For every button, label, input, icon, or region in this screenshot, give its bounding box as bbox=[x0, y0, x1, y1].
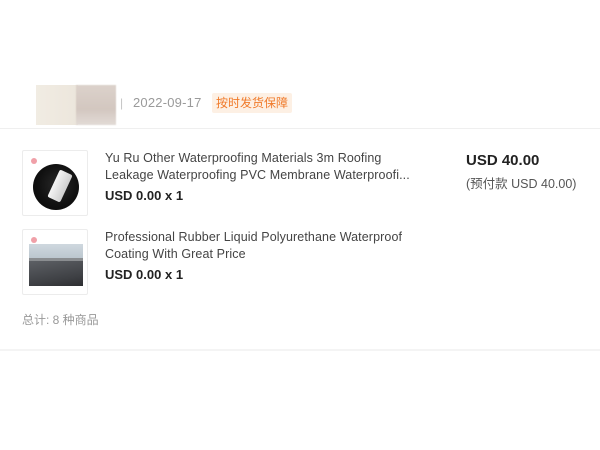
product-price-quantity: USD 0.00 x 1 bbox=[105, 188, 184, 203]
order-header: | 2022-09-17 按时发货保障 bbox=[0, 82, 600, 128]
product-thumbnail[interactable] bbox=[22, 229, 88, 295]
tag-dot-icon bbox=[31, 237, 37, 243]
roof-photo-surface bbox=[29, 260, 83, 286]
card-bottom-divider bbox=[0, 349, 600, 351]
order-date: 2022-09-17 bbox=[133, 95, 202, 110]
product-title-line: Yu Ru Other Waterproofing Materials 3m R… bbox=[105, 151, 382, 165]
tag-dot-icon bbox=[31, 158, 37, 164]
product-price-quantity: USD 0.00 x 1 bbox=[105, 267, 184, 282]
product-thumbnail[interactable] bbox=[22, 150, 88, 216]
blurred-shop-name bbox=[76, 85, 116, 125]
order-item[interactable]: Professional Rubber Liquid Polyurethane … bbox=[22, 229, 462, 299]
item-count-summary: 总计: 8 种商品 bbox=[22, 313, 99, 327]
header-separator: | bbox=[120, 96, 124, 110]
order-card: | 2022-09-17 按时发货保障 Yu Ru Other Waterpro… bbox=[0, 0, 600, 450]
order-item[interactable]: Yu Ru Other Waterproofing Materials 3m R… bbox=[22, 150, 462, 220]
product-title-line: Coating With Great Price bbox=[105, 247, 246, 261]
product-title-line: Leakage Waterproofing PVC Membrane Water… bbox=[105, 168, 410, 182]
prepayment-amount: (预付款 USD 40.00) bbox=[466, 177, 577, 191]
blurred-avatar bbox=[36, 85, 78, 125]
shipping-guarantee-badge: 按时发货保障 bbox=[212, 93, 293, 113]
header-divider bbox=[0, 128, 600, 129]
product-title-link[interactable]: Yu Ru Other Waterproofing Materials 3m R… bbox=[105, 150, 450, 184]
roof-photo-edge bbox=[29, 258, 83, 261]
product-title-line: Professional Rubber Liquid Polyurethane … bbox=[105, 230, 403, 244]
order-total-price: USD 40.00 bbox=[466, 152, 540, 169]
product-title-link[interactable]: Professional Rubber Liquid Polyurethane … bbox=[105, 229, 450, 263]
